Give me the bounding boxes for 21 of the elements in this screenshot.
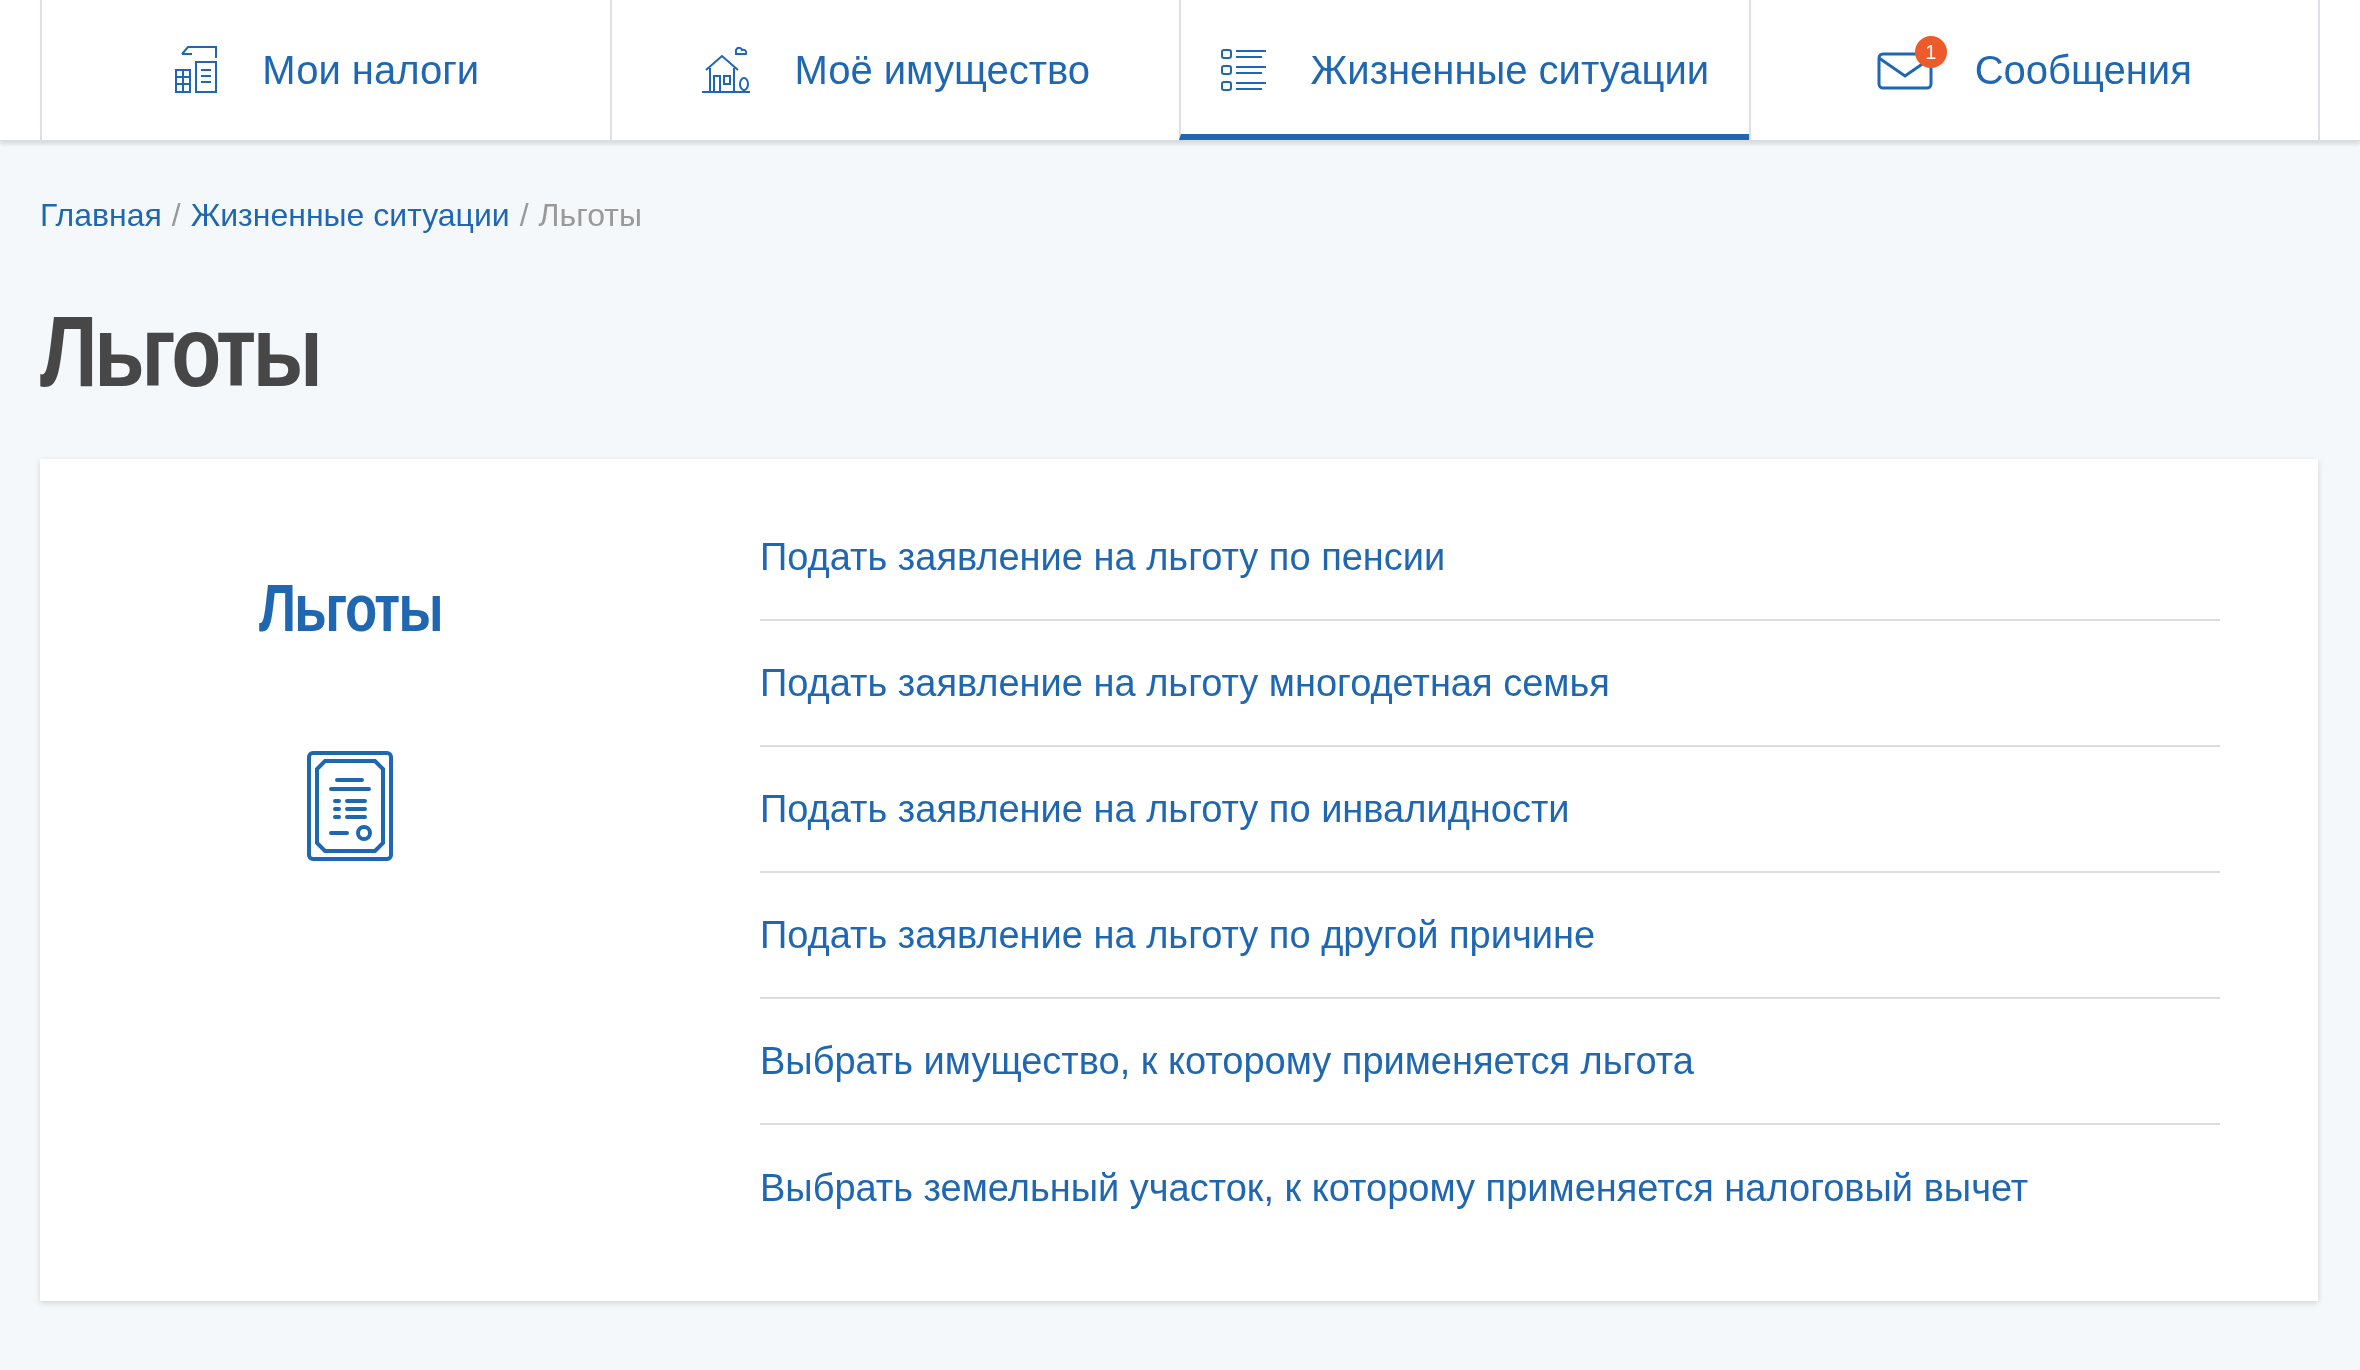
nav-tab[interactable]: Жизненные ситуации <box>1179 0 1749 140</box>
certificate-icon <box>307 751 393 861</box>
notification-badge: 1 <box>1914 36 1947 68</box>
nav-tab[interactable]: Мои налоги <box>40 0 610 140</box>
benefit-link[interactable]: Выбрать земельный участок, к которому применяется налоговый вычет <box>760 1159 2029 1217</box>
nav-tab[interactable]: 1 Сообщения <box>1748 0 2320 140</box>
benefit-link[interactable]: Подать заявление на льготу по пенсии <box>760 528 1446 586</box>
card-title: Льготы <box>258 575 442 641</box>
breadcrumb-separator: / <box>171 196 181 235</box>
breadcrumb-link[interactable]: Жизненные ситуации <box>190 191 510 239</box>
house-icon <box>700 44 753 96</box>
benefit-link[interactable]: Подать заявление на льготу по другой причине <box>760 906 1596 964</box>
page-title: Льготы <box>40 301 321 401</box>
benefit-link[interactable]: Подать заявление на льготу по инвалидности <box>760 780 1570 838</box>
breadcrumb-separator: / <box>519 196 529 235</box>
list-icon <box>1220 46 1269 94</box>
nav-tab[interactable]: Моё имущество <box>609 0 1179 140</box>
benefit-link[interactable]: Подать заявление на льготу многодетная семья <box>760 654 1610 712</box>
benefit-link[interactable]: Выбрать имущество, к которому применяется льгота <box>760 1032 1694 1090</box>
breadcrumb-current: Льготы <box>538 196 642 235</box>
breadcrumb-link[interactable]: Главная <box>40 191 162 239</box>
